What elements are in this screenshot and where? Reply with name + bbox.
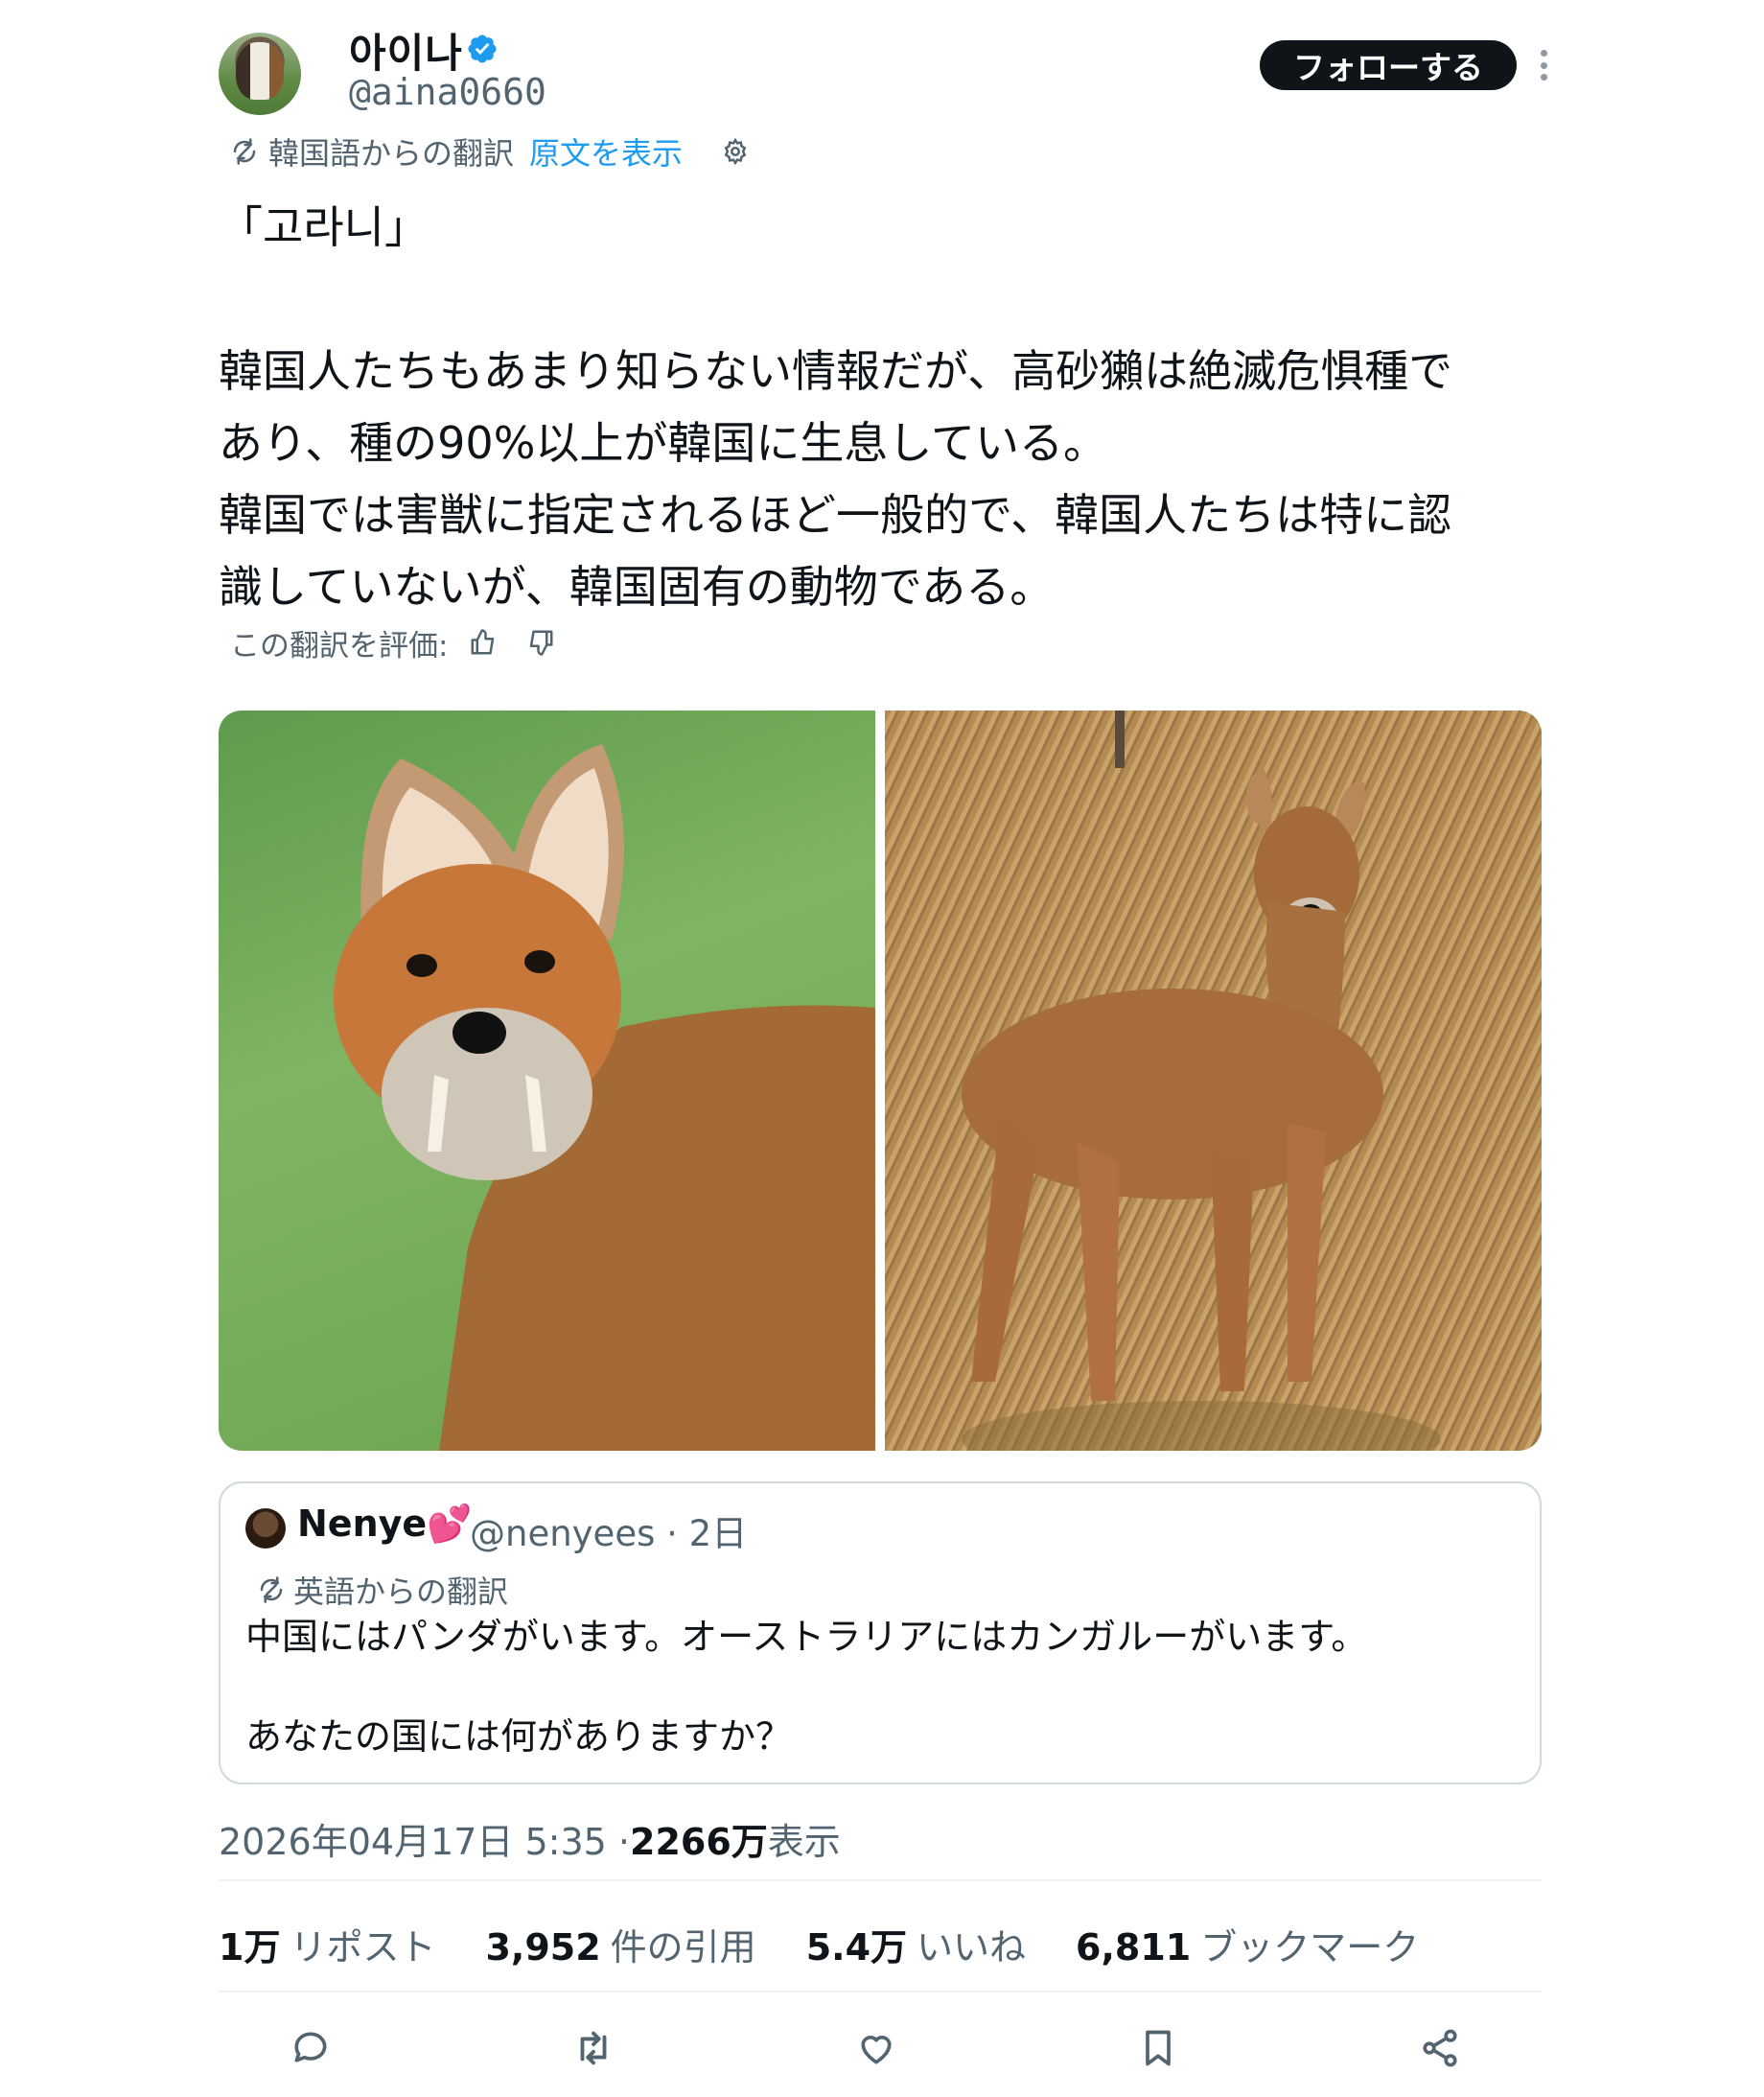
bookmarks-label: ブックマーク	[1200, 1926, 1420, 1969]
verified-badge-icon	[468, 35, 497, 63]
quotes-stat[interactable]: 3,952 件の引用	[485, 1918, 755, 1970]
media-grid[interactable]	[219, 711, 1542, 1451]
translate-icon	[260, 1576, 283, 1603]
water-deer-standing-photo[interactable]	[885, 711, 1542, 1451]
author-handle[interactable]: @aina0660	[349, 71, 546, 113]
likes-stat[interactable]: 5.4万 いいね	[806, 1918, 1026, 1970]
quote-handle-time[interactable]: @nenyees · 2日	[470, 1504, 747, 1556]
divider	[219, 1879, 1542, 1881]
reply-icon	[294, 2032, 327, 2062]
quoted-tweet[interactable]: Nenye💕 @nenyees · 2日 英語からの翻訳 中国にはパンダがいます…	[219, 1481, 1542, 1784]
share-icon	[1423, 2029, 1457, 2067]
bookmark-icon	[1146, 2030, 1171, 2066]
quotes-count: 3,952	[485, 1926, 601, 1969]
follow-button[interactable]: フォローする	[1260, 40, 1517, 90]
water-deer-closeup-illustration	[334, 744, 875, 1451]
action-bar	[0, 2019, 1764, 2077]
like-icon	[861, 2036, 892, 2064]
share-button[interactable]	[1411, 2019, 1469, 2077]
translate-icon	[233, 138, 256, 165]
repost-icon	[580, 2031, 607, 2065]
gear-icon[interactable]	[721, 137, 750, 166]
tweet-datetime[interactable]: 2026年04月17日 5:35 ·	[219, 1812, 630, 1865]
bookmark-button[interactable]	[1129, 2019, 1187, 2077]
like-button[interactable]	[847, 2019, 905, 2077]
quote-name-text: Nenye	[297, 1503, 428, 1545]
water-deer-closeup-photo[interactable]	[219, 711, 875, 1451]
reposts-label: リポスト	[290, 1926, 436, 1969]
likes-label: いいね	[917, 1926, 1027, 1969]
quotes-label: 件の引用	[610, 1926, 756, 1969]
water-deer-standing-illustration	[962, 711, 1441, 1451]
quote-translation-row: 英語からの翻訳	[257, 1568, 508, 1612]
more-icon[interactable]	[1538, 50, 1549, 81]
rate-translation-label: この翻訳を評価:	[230, 628, 449, 664]
tweet-meta: 2026年04月17日 5:35 · 2266万 表示	[219, 1812, 841, 1865]
reply-button[interactable]	[282, 2019, 339, 2077]
reposts-count: 1万	[219, 1926, 281, 1969]
divider	[219, 1991, 1542, 1992]
tweet-text: 「고라니」 韓国人たちもあまり知らない情報だが、高砂獺は絶滅危惧種で あり、種の…	[219, 201, 1453, 613]
show-original-link[interactable]: 原文を表示	[529, 129, 683, 174]
view-count: 2266万	[630, 1821, 768, 1863]
quote-name-emoji: 💕	[427, 1503, 473, 1545]
translation-source: 韓国語からの翻訳	[268, 135, 515, 172]
rate-translation-row: この翻訳を評価:	[230, 623, 555, 664]
likes-count: 5.4万	[805, 1926, 908, 1969]
thumbs-down-icon[interactable]	[526, 628, 555, 657]
author-avatar[interactable]	[219, 33, 301, 115]
quote-text: 中国にはパンダがいます。オーストラリアにはカンガルーがいます。 あなたの国には何…	[245, 1616, 1368, 1758]
quote-translation-source: 英語からの翻訳	[293, 1573, 509, 1610]
quote-avatar[interactable]	[245, 1508, 286, 1549]
bookmarks-count: 6,811	[1076, 1926, 1192, 1969]
view-label: 表示	[767, 1821, 841, 1863]
bookmarks-stat[interactable]: 6,811 ブックマーク	[1076, 1918, 1419, 1970]
thumbs-up-icon[interactable]	[469, 628, 498, 657]
translation-row: 韓国語からの翻訳 原文を表示	[230, 131, 759, 172]
reposts-stat[interactable]: 1万 リポスト	[219, 1918, 435, 1970]
repost-button[interactable]	[565, 2019, 622, 2077]
quote-display-name[interactable]: Nenye💕	[297, 1503, 473, 1546]
engagement-stats: 1万 リポスト 3,952 件の引用 5.4万 いいね 6,811 ブックマーク	[219, 1918, 1469, 1970]
